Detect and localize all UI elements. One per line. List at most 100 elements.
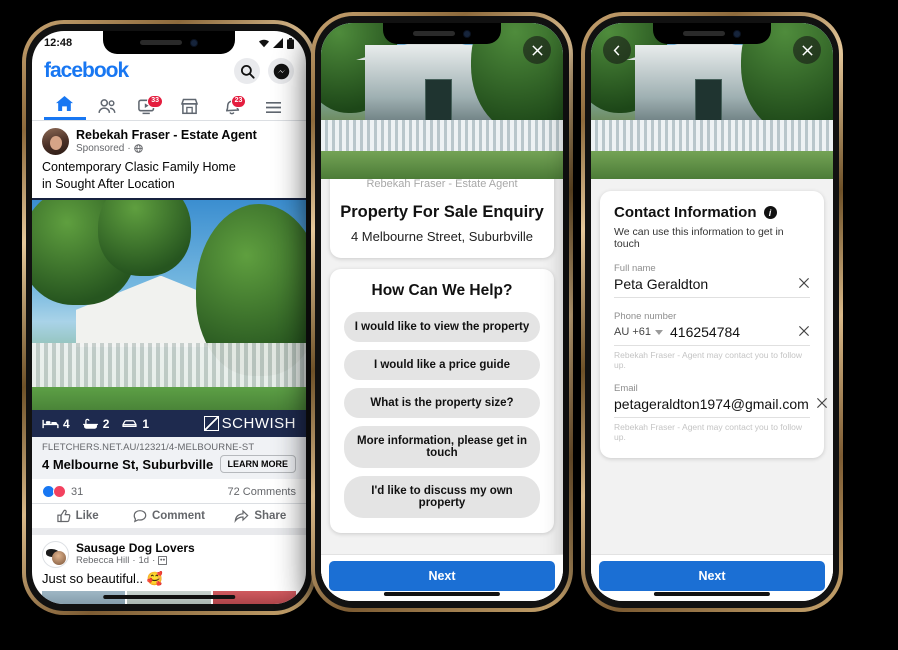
clear-icon[interactable] [798,325,810,339]
comment-count[interactable]: 72 Comments [228,486,296,498]
post-header: Rebekah Fraser - Estate Agent Sponsored … [32,121,306,157]
status-time: 12:48 [44,37,73,49]
link-url: FLETCHERS.NET.AU/12321/4-MELBOURNE-ST [42,442,255,453]
sidebar-item-home[interactable] [44,95,86,120]
next-button[interactable]: Next [329,561,555,591]
photo-palm-mid [97,200,191,276]
learn-more-button[interactable]: LEARN MORE [219,455,296,473]
option-view-property[interactable]: I would like to view the property [344,312,540,342]
hero-fence [591,119,833,151]
battery-icon [287,37,294,49]
phone-number-label: Phone number [614,311,677,322]
share-button[interactable]: Share [215,509,306,523]
option-property-size[interactable]: What is the property size? [344,388,540,418]
love-reaction-icon [53,485,66,498]
phone-number-input[interactable]: 416254784 [670,324,791,340]
link-preview[interactable]: FLETCHERS.NET.AU/12321/4-MELBOURNE-ST 4 … [32,437,306,479]
form-subtitle: We can use this information to get in to… [614,226,784,250]
avatar[interactable] [42,541,69,568]
next-button[interactable]: Next [599,561,825,591]
feature-bathrooms: 2 [82,417,109,431]
sidebar-item-watch[interactable]: 33 [127,95,169,120]
earpiece-speaker [140,40,182,45]
post-text-line2: in Sought After Location [42,176,175,191]
thumbs-up-icon [56,509,71,523]
group-name[interactable]: Sausage Dog Lovers [76,541,195,555]
field-full-name: Full name Peta Geraldton [614,263,810,298]
front-camera [463,29,471,38]
phone-number-hint: Rebekah Fraser - Agent may contact you t… [614,350,803,370]
hero-fence [321,119,563,151]
option-price-guide[interactable]: I would like a price guide [344,350,540,380]
form-title-row: Contact Information i [614,204,810,221]
post-text: Contemporary Clasic Family Home in Sough… [32,157,306,198]
country-code-value: AU +61 [614,326,651,338]
carspaces-count: 1 [142,416,150,431]
field-email: Email petageraldton1974@gmail.com Rebeka… [614,383,827,442]
engagement-row: 31 72 Comments [32,479,306,503]
brand-name: SCHWISH [221,415,296,432]
chevron-down-icon [655,329,663,335]
phone3-bezel: Contact Information i We can use this in… [585,16,839,608]
wifi-icon [259,39,269,48]
phone3-notch [653,23,771,44]
clear-icon[interactable] [816,397,828,411]
help-options-card: How Can We Help? I would like to view th… [330,269,554,533]
page-title: Property For Sale Enquiry [340,203,544,221]
messenger-icon[interactable] [268,58,294,84]
property-photo[interactable] [32,198,306,410]
hamburger-menu-icon[interactable] [252,100,294,120]
option-more-information[interactable]: More information, please get in touch [344,426,540,468]
like-button[interactable]: Like [32,509,123,523]
close-icon[interactable] [523,36,551,64]
clear-icon[interactable] [798,277,810,291]
brand-mark-icon [203,416,219,431]
next-post-meta: Rebecca Hill · 1d · [76,555,195,566]
email-hint: Rebekah Fraser - Agent may contact you t… [614,422,803,442]
avatar[interactable] [42,128,69,155]
email-input[interactable]: petageraldton1974@gmail.com [614,396,809,412]
post-author-name[interactable]: Rebekah Fraser - Estate Agent [76,128,257,142]
sidebar-item-marketplace[interactable] [169,98,211,120]
option-discuss-own-property[interactable]: I'd like to discuss my own property [344,476,540,518]
search-icon[interactable] [234,58,260,84]
close-icon[interactable] [793,36,821,64]
phone3-screen: Contact Information i We can use this in… [591,23,833,601]
comment-button[interactable]: Comment [123,509,214,523]
home-indicator [383,592,501,596]
link-title: 4 Melbourne St, Suburbville [42,456,214,472]
hero-property-photo [591,23,833,179]
photo-fence [32,342,306,389]
watch-badge: 33 [147,95,164,108]
info-icon[interactable]: i [763,206,777,219]
country-code-select[interactable]: AU +61 [614,326,663,338]
phone1-screen: 12:48 facebook 33 23 Rebekah Fraser - Es… [32,31,306,604]
hero-lawn [591,150,833,179]
phone-enquiry-options: Rebekah Fraser - Estate Agent Property F… [311,12,573,612]
next-post-time: 1d [138,555,150,566]
enquiry-body: Rebekah Fraser - Estate Agent Property F… [321,179,563,601]
post-media[interactable] [32,198,306,410]
reactions-summary[interactable]: 31 [42,485,83,498]
full-name-input[interactable]: Peta Geraldton [614,276,791,292]
notifications-badge: 23 [230,95,247,108]
audience-icon [158,556,168,565]
bed-icon [42,419,59,428]
sidebar-item-notifications[interactable]: 23 [211,95,253,120]
back-chevron-icon[interactable] [603,36,631,64]
sponsored-label: Sponsored [76,143,125,155]
property-features-bar: 4 2 1 SCHWISH [32,410,306,437]
photo-lawn [32,386,306,410]
phone-contact-information: Contact Information i We can use this in… [581,12,843,612]
facebook-logo: facebook [44,59,129,82]
sidebar-item-friends[interactable] [86,98,128,120]
car-icon [122,419,137,427]
contact-information-card: Contact Information i We can use this in… [600,191,827,458]
property-address: 4 Melbourne Street, Suburbville [350,229,534,244]
reaction-count: 31 [71,485,84,498]
post-meta: Sponsored · [76,143,257,154]
phone-facebook-feed: 12:48 facebook 33 23 Rebekah Fraser - Es… [22,20,316,615]
facebook-nav-tabs: 33 23 [32,89,306,121]
phone2-notch [383,23,501,44]
help-title: How Can We Help? [371,282,513,299]
